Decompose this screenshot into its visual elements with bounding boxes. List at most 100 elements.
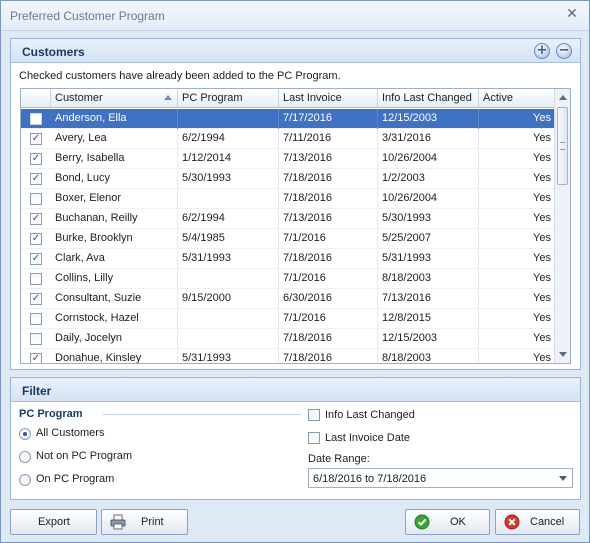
- header-last-invoice[interactable]: Last Invoice: [279, 89, 378, 108]
- plus-circle-icon[interactable]: +: [534, 43, 550, 59]
- cell-last-invoice: 7/18/2016: [279, 169, 378, 189]
- cell-last-invoice: 7/11/2016: [279, 129, 378, 149]
- cancel-button-label: Cancel: [530, 516, 565, 528]
- table-row[interactable]: Daily, Jocelyn 7/18/2016 12/15/2003 Yes: [21, 329, 556, 349]
- table-row[interactable]: ✓ Donahue, Kinsley 5/31/1993 7/18/2016 8/18/…: [21, 349, 556, 363]
- cell-customer: Boxer, Elenor: [51, 189, 178, 209]
- table-row[interactable]: ✓ Consultant, Suzie 9/15/2000 6/30/2016 7/13…: [21, 289, 556, 309]
- row-checkbox[interactable]: [30, 273, 42, 285]
- checkbox[interactable]: [308, 432, 320, 444]
- date-range-dropdown[interactable]: 6/18/2016 to 7/18/2016: [308, 468, 573, 488]
- cell-pc-program: 6/2/1994: [178, 129, 279, 149]
- filter-panel: Filter PC Program All Customers Not on P…: [10, 377, 581, 500]
- cell-info-last-changed: 3/31/2016: [378, 129, 479, 149]
- minus-circle-icon[interactable]: −: [556, 43, 572, 59]
- cell-info-last-changed: 12/15/2003: [378, 109, 479, 129]
- table-row[interactable]: Collins, Lilly 7/1/2016 8/18/2003 Yes: [21, 269, 556, 289]
- header-info-last-changed[interactable]: Info Last Changed: [378, 89, 479, 108]
- print-button-label: Print: [141, 516, 164, 528]
- row-checkbox[interactable]: ✓: [30, 233, 42, 245]
- customers-title: Customers: [22, 45, 85, 59]
- table-row[interactable]: Anderson, Ella 7/17/2016 12/15/2003 Yes: [21, 109, 556, 129]
- row-checkbox[interactable]: ✓: [30, 153, 42, 165]
- vertical-scrollbar[interactable]: [554, 89, 570, 363]
- row-checkbox[interactable]: [30, 333, 42, 345]
- scroll-down-icon[interactable]: [559, 352, 567, 357]
- table-row[interactable]: Boxer, Elenor 7/18/2016 10/26/2004 Yes: [21, 189, 556, 209]
- checkbox-label: Info Last Changed: [325, 409, 415, 421]
- check-circle-icon: [414, 514, 430, 530]
- cancel-button[interactable]: Cancel: [495, 509, 580, 535]
- radio-button[interactable]: [19, 474, 31, 486]
- cell-active: Yes: [479, 169, 556, 189]
- cell-active: Yes: [479, 249, 556, 269]
- cell-customer: Daily, Jocelyn: [51, 329, 178, 349]
- cell-pc-program: [178, 189, 279, 209]
- cell-pc-program: 6/2/1994: [178, 209, 279, 229]
- cell-pc-program: [178, 109, 279, 129]
- cell-info-last-changed: 5/31/1993: [378, 249, 479, 269]
- table-row[interactable]: ✓ Avery, Lea 6/2/1994 7/11/2016 3/31/2016 Yes: [21, 129, 556, 149]
- cell-info-last-changed: 8/18/2003: [378, 349, 479, 363]
- row-checkbox[interactable]: ✓: [30, 353, 42, 363]
- header-active[interactable]: Active: [479, 89, 556, 108]
- cell-info-last-changed: 12/8/2015: [378, 309, 479, 329]
- header-customer-label: Customer: [55, 92, 103, 104]
- filter-panel-header: Filter: [11, 378, 580, 402]
- chevron-down-icon[interactable]: [559, 476, 567, 481]
- cell-customer: Consultant, Suzie: [51, 289, 178, 309]
- header-check-column[interactable]: [21, 89, 51, 108]
- cell-customer: Bond, Lucy: [51, 169, 178, 189]
- cell-info-last-changed: 5/30/1993: [378, 209, 479, 229]
- grip-icon: [560, 142, 565, 150]
- table-row[interactable]: Cornstock, Hazel 7/1/2016 12/8/2015 Yes: [21, 309, 556, 329]
- cell-active: Yes: [479, 269, 556, 289]
- table-row[interactable]: ✓ Bond, Lucy 5/30/1993 7/18/2016 1/2/2003 Yes: [21, 169, 556, 189]
- row-checkbox[interactable]: [30, 313, 42, 325]
- checkbox-label: Last Invoice Date: [325, 432, 410, 444]
- cell-pc-program: 1/12/2014: [178, 149, 279, 169]
- sort-ascending-icon: [164, 95, 172, 100]
- cell-active: Yes: [479, 129, 556, 149]
- cell-active: Yes: [479, 349, 556, 363]
- grid-header: Customer PC Program Last Invoice Info La…: [21, 89, 556, 108]
- row-checkbox[interactable]: ✓: [30, 133, 42, 145]
- row-checkbox[interactable]: [30, 113, 42, 125]
- table-row[interactable]: ✓ Buchanan, Reilly 6/2/1994 7/13/2016 5/30/1…: [21, 209, 556, 229]
- header-pc-program[interactable]: PC Program: [178, 89, 279, 108]
- table-row[interactable]: ✓ Burke, Brooklyn 5/4/1985 7/1/2016 5/25/200…: [21, 229, 556, 249]
- row-checkbox[interactable]: ✓: [30, 173, 42, 185]
- row-checkbox[interactable]: ✓: [30, 293, 42, 305]
- scroll-up-icon[interactable]: [559, 95, 567, 100]
- export-button[interactable]: Export: [10, 509, 97, 535]
- row-checkbox[interactable]: [30, 193, 42, 205]
- table-row[interactable]: ✓ Clark, Ava 5/31/1993 7/18/2016 5/31/1993 Ye…: [21, 249, 556, 269]
- date-range-value: 6/18/2016 to 7/18/2016: [313, 473, 427, 485]
- radio-button[interactable]: [19, 428, 31, 440]
- preferred-customer-window: Preferred Customer Program ✕ Customers +…: [0, 0, 590, 543]
- cell-customer: Donahue, Kinsley: [51, 349, 178, 363]
- radio-button[interactable]: [19, 451, 31, 463]
- cancel-circle-icon: [504, 514, 520, 530]
- cell-last-invoice: 7/18/2016: [279, 329, 378, 349]
- cell-last-invoice: 6/30/2016: [279, 289, 378, 309]
- cell-pc-program: 5/4/1985: [178, 229, 279, 249]
- title-bar: Preferred Customer Program ✕: [1, 1, 589, 31]
- checkbox[interactable]: [308, 409, 320, 421]
- print-button[interactable]: Print: [101, 509, 188, 535]
- close-icon[interactable]: ✕: [565, 7, 579, 21]
- cell-customer: Collins, Lilly: [51, 269, 178, 289]
- customers-grid: Customer PC Program Last Invoice Info La…: [20, 88, 571, 364]
- cell-customer: Burke, Brooklyn: [51, 229, 178, 249]
- row-checkbox[interactable]: ✓: [30, 213, 42, 225]
- scroll-thumb[interactable]: [557, 107, 568, 185]
- cell-last-invoice: 7/13/2016: [279, 209, 378, 229]
- header-customer[interactable]: Customer: [51, 89, 178, 108]
- cell-pc-program: [178, 329, 279, 349]
- cell-last-invoice: 7/1/2016: [279, 309, 378, 329]
- table-row[interactable]: ✓ Berry, Isabella 1/12/2014 7/13/2016 10/26/…: [21, 149, 556, 169]
- row-checkbox[interactable]: ✓: [30, 253, 42, 265]
- window-title: Preferred Customer Program: [10, 9, 165, 23]
- ok-button[interactable]: OK: [405, 509, 490, 535]
- date-range-label: Date Range:: [308, 453, 370, 465]
